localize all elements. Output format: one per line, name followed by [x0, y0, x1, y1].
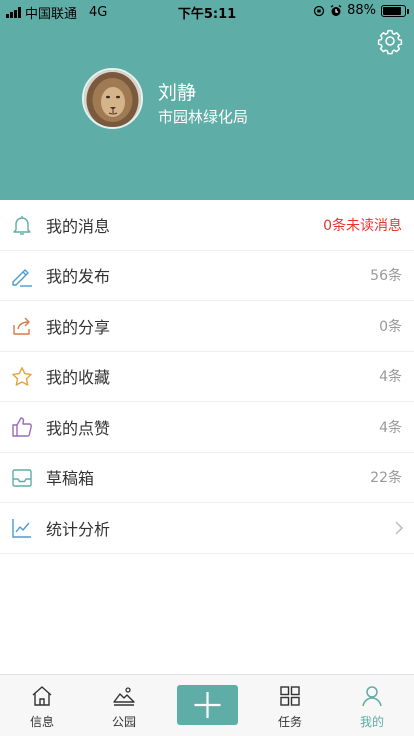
menu-item-favorites[interactable]: 我的收藏 4条: [0, 352, 414, 402]
bell-icon: [13, 216, 31, 235]
tab-mine[interactable]: 我的: [337, 675, 407, 736]
home-icon: [32, 686, 52, 706]
tab-park[interactable]: 公园: [89, 675, 159, 736]
shares-count: 0条: [379, 318, 402, 335]
menu-item-shares[interactable]: 我的分享 0条: [0, 301, 414, 352]
tab-info[interactable]: 信息: [7, 675, 77, 736]
gear-icon[interactable]: [376, 27, 404, 55]
profile-header: 中国联通 4G 下午5:11 88% 刘静 市园林绿化局: [0, 0, 414, 200]
likes-count: 4条: [379, 419, 402, 436]
inbox-icon: [12, 468, 32, 487]
chevron-right-icon: [395, 521, 404, 535]
tab-label: 公园: [111, 715, 136, 729]
thumbs-up-icon: [12, 417, 32, 437]
menu-item-label: 我的分享: [46, 317, 111, 337]
battery-percent: 88%: [347, 3, 376, 18]
menu-item-label: 统计分析: [46, 519, 111, 539]
favorites-count: 4条: [379, 369, 402, 386]
battery-icon: [381, 4, 409, 17]
mountain-icon: [113, 687, 135, 706]
drafts-count: 22条: [370, 470, 402, 487]
status-bar: 中国联通 4G 下午5:11 88%: [0, 0, 414, 22]
tab-tasks[interactable]: 任务: [255, 675, 325, 736]
menu-item-label: 我的收藏: [46, 368, 111, 388]
pencil-icon: [12, 268, 32, 287]
menu-list: 我的消息 0条未读消息 我的发布 56条 我的分享 0条 我的收藏 4条 我的点…: [0, 200, 414, 554]
star-icon: [12, 366, 32, 386]
menu-item-drafts[interactable]: 草稿箱 22条: [0, 453, 414, 503]
user-name: 刘静: [158, 82, 197, 104]
posts-count: 56条: [370, 268, 402, 285]
orientation-lock-icon: [313, 5, 325, 16]
add-button[interactable]: [177, 685, 238, 725]
unread-count: 0条未读消息: [323, 217, 402, 234]
menu-item-label: 我的发布: [46, 267, 111, 287]
lion-avatar-image: [84, 70, 141, 127]
plus-icon: [194, 692, 221, 718]
menu-item-messages[interactable]: 我的消息 0条未读消息: [0, 200, 414, 251]
tab-label: 我的: [359, 715, 384, 729]
menu-item-posts[interactable]: 我的发布 56条: [0, 251, 414, 301]
share-icon: [13, 317, 30, 335]
tab-label: 任务: [277, 715, 302, 729]
user-organization: 市园林绿化局: [158, 108, 249, 126]
menu-item-likes[interactable]: 我的点赞 4条: [0, 402, 414, 453]
menu-item-statistics[interactable]: 统计分析: [0, 503, 414, 554]
person-icon: [362, 686, 382, 707]
alarm-icon: [330, 4, 342, 16]
grid-icon: [280, 686, 300, 706]
menu-item-label: 我的消息: [46, 216, 111, 236]
menu-item-label: 草稿箱: [46, 469, 95, 489]
line-chart-icon: [12, 519, 31, 538]
menu-item-label: 我的点赞: [46, 418, 111, 438]
tab-label: 信息: [29, 715, 54, 729]
avatar[interactable]: [82, 68, 143, 129]
